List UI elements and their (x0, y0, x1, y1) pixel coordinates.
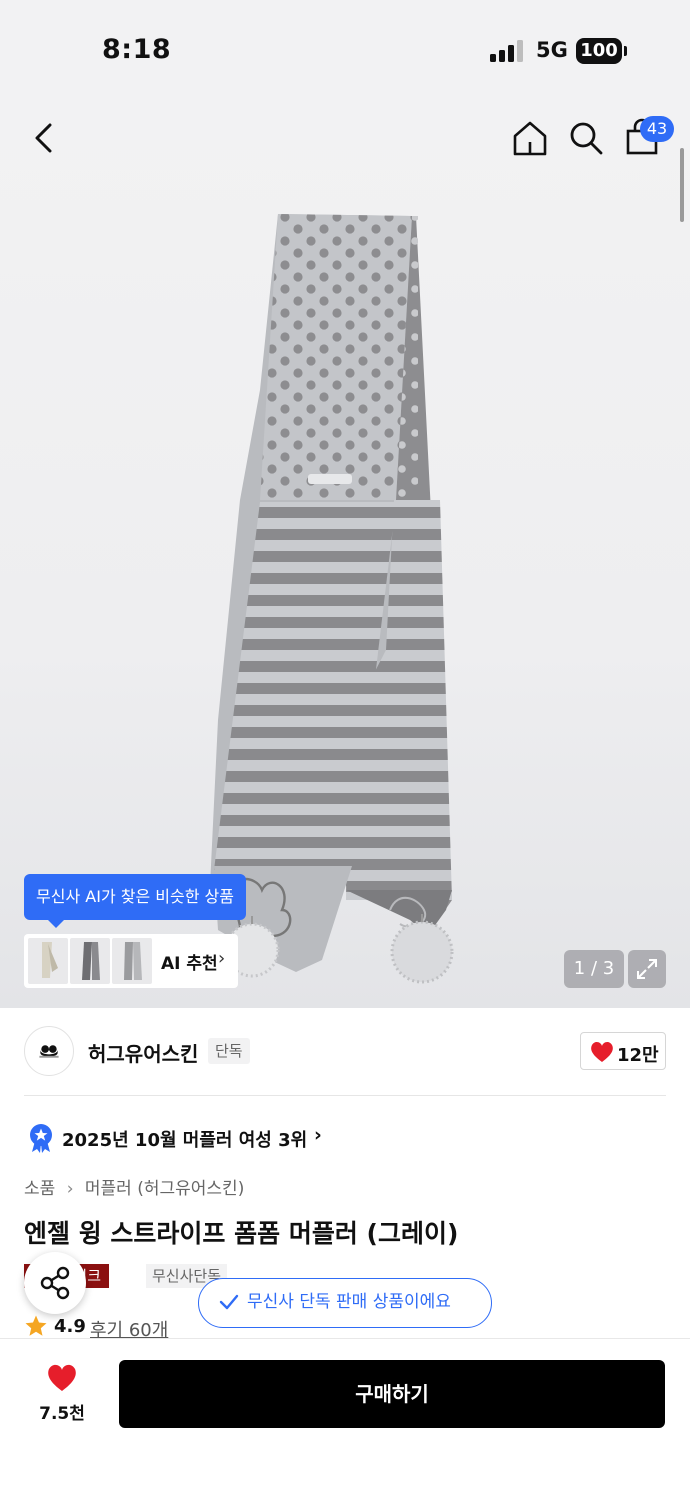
expand-icon[interactable] (628, 950, 666, 988)
brand-row[interactable]: 허그유어스킨 단독 12만 (24, 1026, 666, 1078)
favorite-count: 7.5천 (39, 1404, 85, 1424)
back-arrow-icon[interactable] (26, 120, 62, 156)
product-title: 엔젤 윙 스트라이프 폼폼 머플러 (그레이) (24, 1219, 459, 1248)
ai-tooltip: 무신사 AI가 찾은 비슷한 상품 (24, 874, 246, 928)
ranking-text: 2025년 10월 머플러 여성 3위 (62, 1130, 308, 1151)
cart-count-badge: 43 (640, 116, 674, 142)
ai-recommendation-button[interactable]: AI 추천 › (24, 934, 238, 988)
status-bar: 8:18 5G 100 (0, 0, 690, 100)
check-icon (219, 1294, 239, 1310)
divider (24, 1095, 666, 1096)
ai-thumb-2[interactable] (70, 938, 110, 984)
battery-icon: 100 (576, 38, 622, 64)
buy-button[interactable]: 구매하기 (119, 1360, 665, 1428)
ai-thumb-1[interactable] (28, 938, 68, 984)
heart-icon (591, 1042, 613, 1062)
ai-thumb-3[interactable] (112, 938, 152, 984)
breadcrumb-item-subcategory[interactable]: 머플러 (허그유어스킨) (85, 1174, 244, 1199)
ai-recommendation-label: AI 추천 (161, 954, 218, 974)
brand-like-button[interactable]: 12만 (580, 1032, 666, 1070)
home-icon[interactable] (510, 118, 550, 158)
brand-name[interactable]: 허그유어스킨 (88, 1038, 198, 1067)
brand-logo[interactable] (24, 1026, 74, 1076)
star-icon (25, 1315, 47, 1336)
product-gallery[interactable]: 43 무신사 AI가 찾은 비슷한 상품 AI 추천 › 1 / 3 (0, 100, 690, 1008)
network-type: 5G (536, 38, 568, 62)
breadcrumb: 소품 › 머플러 (허그유어스킨) (24, 1174, 244, 1199)
chevron-right-icon: › (218, 948, 226, 969)
breadcrumb-item-category[interactable]: 소품 (24, 1174, 55, 1199)
rating-value: 4.9 (54, 1316, 86, 1337)
ranking-badge-icon (30, 1124, 52, 1153)
cellular-signal-icon (490, 40, 524, 62)
battery-tip (624, 46, 627, 56)
share-icon (40, 1266, 70, 1300)
bottom-purchase-bar: 7.5천 구매하기 (0, 1338, 690, 1500)
scrollbar[interactable] (680, 148, 684, 222)
heart-icon (48, 1364, 76, 1391)
chevron-right-icon: › (66, 1179, 74, 1199)
status-time: 8:18 (102, 34, 172, 65)
image-counter: 1 / 3 (564, 950, 624, 988)
exclusive-toast: 무신사 단독 판매 상품이에요 (198, 1278, 492, 1328)
toast-text: 무신사 단독 판매 상품이에요 (247, 1292, 451, 1312)
search-icon[interactable] (566, 118, 606, 158)
brand-like-count: 12만 (617, 1045, 659, 1066)
share-button[interactable] (24, 1252, 86, 1314)
exclusive-tag: 단독 (208, 1038, 250, 1064)
chevron-right-icon: › (314, 1124, 322, 1146)
